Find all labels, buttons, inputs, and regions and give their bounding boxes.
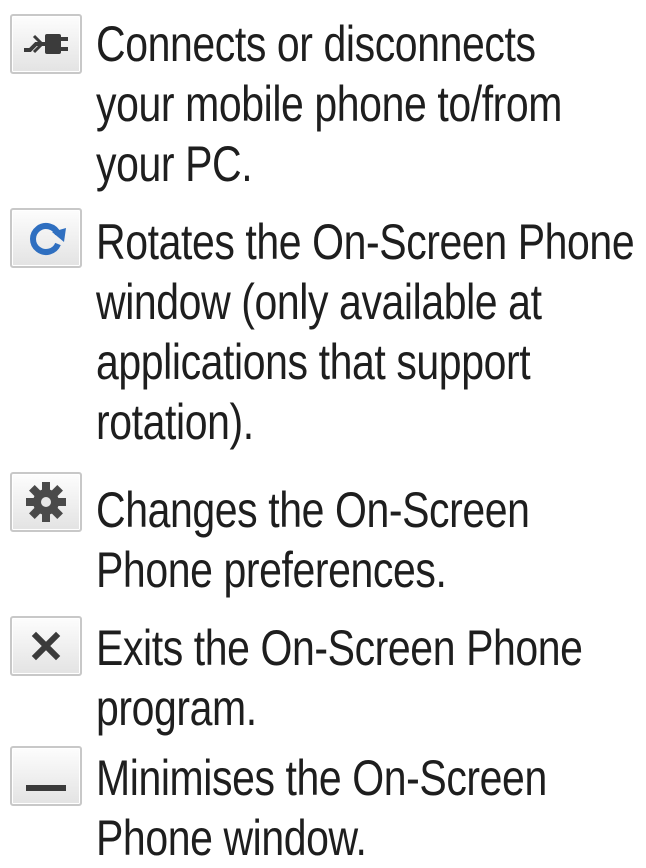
preferences-description-line-1: Changes the On-Screen: [96, 482, 530, 538]
exit-description-line-2: program.: [96, 680, 257, 736]
connect-description-line-3: your PC.: [96, 136, 253, 192]
rotate-description-line-4: rotation).: [96, 394, 254, 450]
rotate-description-line-1: Rotates the On-Screen Phone: [96, 214, 635, 270]
rotate-description-line-3: applications that support: [96, 334, 531, 390]
minimise-icon: [10, 746, 82, 806]
rotate-icon: [10, 208, 82, 268]
connect-description-line-2: your mobile phone to/from: [96, 76, 563, 132]
minimise-description-line-2: Phone window.: [96, 810, 367, 866]
close-icon: [10, 616, 82, 676]
connect-description-line-1: Connects or disconnects: [96, 16, 536, 72]
minimise-description-line-1: Minimises the On-Screen: [96, 750, 547, 806]
rotate-description-line-2: window (only available at: [96, 274, 542, 330]
gear-icon: [10, 472, 82, 532]
preferences-description-line-2: Phone preferences.: [96, 542, 447, 598]
exit-description-line-1: Exits the On-Screen Phone: [96, 620, 583, 676]
connect-icon: [10, 14, 82, 74]
